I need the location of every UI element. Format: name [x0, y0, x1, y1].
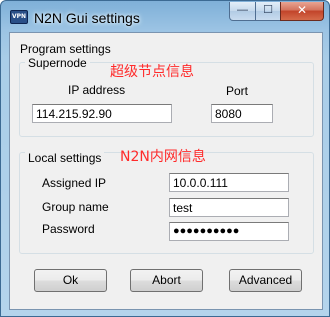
minimize-icon: — [237, 4, 248, 16]
ip-address-input[interactable] [32, 104, 172, 123]
supernode-annotation: 超级节点信息 [110, 64, 194, 80]
assigned-ip-input[interactable] [169, 173, 289, 192]
password-input[interactable]: ●●●●●●●●●● [169, 222, 289, 241]
ok-button[interactable]: Ok [34, 269, 107, 292]
close-icon: ✕ [296, 3, 308, 17]
password-label: Password [42, 222, 95, 236]
advanced-button[interactable]: Advanced [229, 269, 302, 292]
title-bar[interactable]: VPN N2N Gui settings — ☐ ✕ [1, 1, 329, 33]
ip-address-label: IP address [68, 83, 126, 97]
maximize-icon: ☐ [263, 4, 273, 16]
program-settings-label: Program settings [20, 42, 111, 56]
abort-button[interactable]: Abort [130, 269, 203, 292]
local-settings-annotation: N2N内网信息 [120, 149, 206, 165]
assigned-ip-label: Assigned IP [42, 176, 107, 190]
local-settings-group-title: Local settings [25, 151, 105, 165]
dialog-client-area: Program settings Supernode 超级节点信息 IP add… [9, 32, 323, 310]
close-button[interactable]: ✕ [280, 2, 324, 21]
group-name-input[interactable] [169, 198, 289, 217]
port-input[interactable] [211, 104, 273, 123]
port-label: Port [226, 84, 249, 98]
supernode-group-title: Supernode [25, 56, 90, 70]
maximize-button[interactable]: ☐ [255, 2, 281, 21]
group-name-label: Group name [42, 200, 109, 214]
window-title: N2N Gui settings [34, 10, 140, 26]
minimize-button[interactable]: — [229, 2, 256, 21]
vpn-app-icon: VPN [10, 10, 28, 24]
settings-window: VPN N2N Gui settings — ☐ ✕ Program setti… [0, 0, 330, 317]
